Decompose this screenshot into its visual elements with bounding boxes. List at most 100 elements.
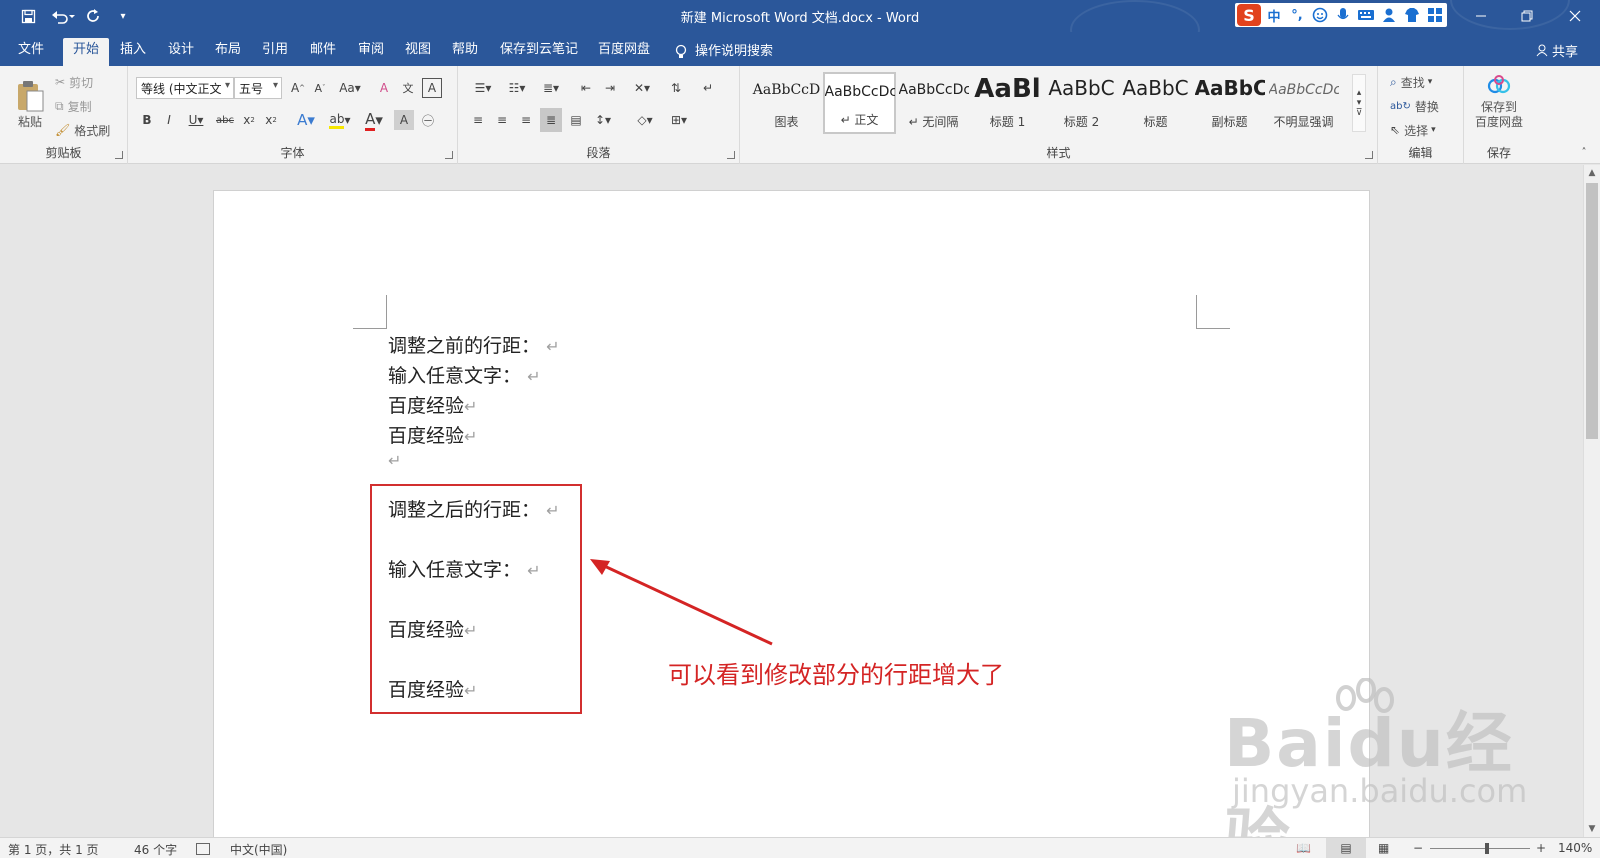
page-count[interactable]: 第 1 页，共 1 页 <box>8 841 99 858</box>
style-tile-title[interactable]: AaBbC 标题 <box>1119 72 1192 134</box>
styles-scroll[interactable]: ▴ ▾ ⊽ <box>1352 74 1366 132</box>
scrollbar-thumb[interactable] <box>1586 183 1598 439</box>
style-tile-chart[interactable]: AaBbCcD 图表 <box>750 72 823 134</box>
cut-button[interactable]: ✂ 剪切 <box>55 72 93 92</box>
more-styles-icon[interactable]: ⊽ <box>1356 108 1363 118</box>
grow-font-icon[interactable]: A ^ <box>288 78 308 98</box>
chinese-layout-icon[interactable]: ✕▾ <box>628 78 656 98</box>
scroll-up-arrow-icon[interactable]: ▲ <box>1584 165 1600 181</box>
tell-me-search[interactable]: 操作说明搜索 <box>665 38 783 66</box>
style-tile-subtitle[interactable]: AaBbC 副标题 <box>1193 72 1266 134</box>
phonetic-guide-icon[interactable]: 文 <box>398 78 418 98</box>
ime-emoji-icon[interactable] <box>1310 5 1330 25</box>
bullets-icon[interactable]: ☰▾ <box>468 78 498 98</box>
sort-icon[interactable]: ⇅ <box>666 78 686 98</box>
scroll-up-icon[interactable]: ▴ <box>1357 88 1362 98</box>
tab-save-to-cloud-notes[interactable]: 保存到云笔记 <box>490 38 588 66</box>
superscript-icon[interactable]: x2 <box>262 110 280 130</box>
tab-insert[interactable]: 插入 <box>110 38 156 66</box>
paragraph[interactable]: 调整之前的行距： ↵ <box>388 331 559 358</box>
find-button[interactable]: ⌕ 查找 ▾ <box>1390 72 1432 92</box>
minimize-icon[interactable] <box>1458 0 1504 32</box>
decrease-indent-icon[interactable]: ⇤ <box>576 78 596 98</box>
styles-launcher-icon[interactable] <box>1365 151 1373 159</box>
change-case-icon[interactable]: Aa▾ <box>336 78 364 98</box>
style-tile-heading1[interactable]: AaBl 标题 1 <box>971 72 1044 134</box>
share-button[interactable]: 共享 <box>1536 41 1578 60</box>
read-mode-icon[interactable]: 📖 <box>1296 841 1311 855</box>
format-painter-button[interactable]: 🖌 格式刷 <box>55 120 110 140</box>
copy-button[interactable]: ⧉ 复制 <box>55 96 92 116</box>
style-tile-heading2[interactable]: AaBbC 标题 2 <box>1045 72 1118 134</box>
subscript-icon[interactable]: x2 <box>240 110 258 130</box>
tab-review[interactable]: 审阅 <box>348 38 394 66</box>
zoom-level[interactable]: 140% <box>1558 841 1592 855</box>
paragraph[interactable]: 输入任意文字： ↵ <box>388 361 540 388</box>
zoom-slider[interactable] <box>1430 843 1530 854</box>
ime-skin-icon[interactable] <box>1402 5 1422 25</box>
multilevel-list-icon[interactable]: ≣▾ <box>536 78 566 98</box>
align-right-icon[interactable]: ≡ <box>516 110 536 130</box>
shrink-font-icon[interactable]: Aˇ <box>310 78 330 98</box>
enclose-characters-icon[interactable]: ㊀ <box>418 110 438 130</box>
close-icon[interactable] <box>1552 0 1598 32</box>
font-name-combo[interactable]: 等线 (中文正文 <box>136 77 234 99</box>
distributed-icon[interactable]: ▤ <box>566 110 586 130</box>
strikethrough-icon[interactable]: abc <box>214 110 236 130</box>
ime-user-icon[interactable] <box>1379 5 1399 25</box>
style-tile-normal[interactable]: AaBbCcDc ↵ 正文 <box>823 72 896 134</box>
italic-icon[interactable]: I <box>160 110 178 130</box>
clear-format-icon[interactable]: A <box>374 78 394 98</box>
justify-icon[interactable]: ≣ <box>540 108 562 132</box>
paragraph[interactable]: 百度经验↵ <box>388 391 477 418</box>
font-size-combo[interactable]: 五号 <box>234 77 282 99</box>
replace-button[interactable]: ab↻ 替换 <box>1390 96 1439 116</box>
document-page[interactable]: 调整之前的行距： ↵ 输入任意文字： ↵ 百度经验↵ 百度经验↵ ↵ 调整之后的… <box>213 190 1370 850</box>
proofing-icon[interactable] <box>196 843 210 855</box>
tab-references[interactable]: 引用 <box>252 38 298 66</box>
zoom-out-icon[interactable]: − <box>1413 841 1423 855</box>
ime-mode-icon[interactable]: 中 <box>1264 5 1284 25</box>
highlight-color-icon[interactable]: ab ▾ <box>326 110 354 130</box>
restore-icon[interactable] <box>1504 0 1550 32</box>
show-marks-icon[interactable]: ↵ <box>698 78 718 98</box>
tab-design[interactable]: 设计 <box>158 38 204 66</box>
underline-icon[interactable]: U▾ <box>182 110 210 130</box>
tab-file[interactable]: 文件 <box>8 38 54 66</box>
paste-button[interactable]: 粘贴 <box>12 74 48 134</box>
font-color-icon[interactable]: A ▾ <box>360 110 388 131</box>
tab-baidu-netdisk[interactable]: 百度网盘 <box>588 38 660 66</box>
font-launcher-icon[interactable] <box>445 151 453 159</box>
save-to-baidu-netdisk-button[interactable]: 保存到 百度网盘 <box>1468 74 1530 140</box>
tab-help[interactable]: 帮助 <box>442 38 488 66</box>
ime-toolbox-icon[interactable] <box>1425 5 1445 25</box>
increase-indent-icon[interactable]: ⇥ <box>600 78 620 98</box>
shading-icon[interactable]: ◇▾ <box>630 110 660 130</box>
bold-icon[interactable]: B <box>138 110 156 130</box>
zoom-in-icon[interactable]: + <box>1536 841 1546 855</box>
paragraph-launcher-icon[interactable] <box>727 151 735 159</box>
tab-layout[interactable]: 布局 <box>205 38 251 66</box>
character-border-icon[interactable]: A <box>422 78 442 98</box>
tab-home[interactable]: 开始 <box>63 38 110 66</box>
zoom-slider-thumb[interactable] <box>1485 843 1489 854</box>
clipboard-launcher-icon[interactable] <box>115 151 123 159</box>
style-tile-no-spacing[interactable]: AaBbCcDc ↵ 无间隔 <box>897 72 970 134</box>
tab-mailings[interactable]: 邮件 <box>300 38 346 66</box>
style-tile-subtle-emphasis[interactable]: AaBbCcDc 不明显强调 <box>1267 72 1340 134</box>
word-count[interactable]: 46 个字 <box>134 841 177 858</box>
collapse-ribbon-icon[interactable]: ˄ <box>1578 146 1590 158</box>
borders-icon[interactable]: ⊞▾ <box>664 110 694 130</box>
ime-keyboard-icon[interactable] <box>1356 5 1376 25</box>
scroll-down-icon[interactable]: ▾ <box>1357 98 1362 108</box>
print-layout-icon[interactable]: ▤ <box>1326 838 1366 858</box>
vertical-scrollbar[interactable]: ▲ ▼ <box>1583 165 1600 837</box>
character-shading-icon[interactable]: A <box>394 110 414 130</box>
align-center-icon[interactable]: ≡ <box>492 110 512 130</box>
language[interactable]: 中文(中国) <box>230 841 287 858</box>
numbering-icon[interactable]: ☷▾ <box>502 78 532 98</box>
scroll-down-arrow-icon[interactable]: ▼ <box>1584 821 1600 837</box>
select-button[interactable]: ⇖ 选择 ▾ <box>1390 120 1436 140</box>
empty-paragraph[interactable]: ↵ <box>388 449 401 471</box>
sogou-logo-icon[interactable]: S <box>1237 4 1261 26</box>
